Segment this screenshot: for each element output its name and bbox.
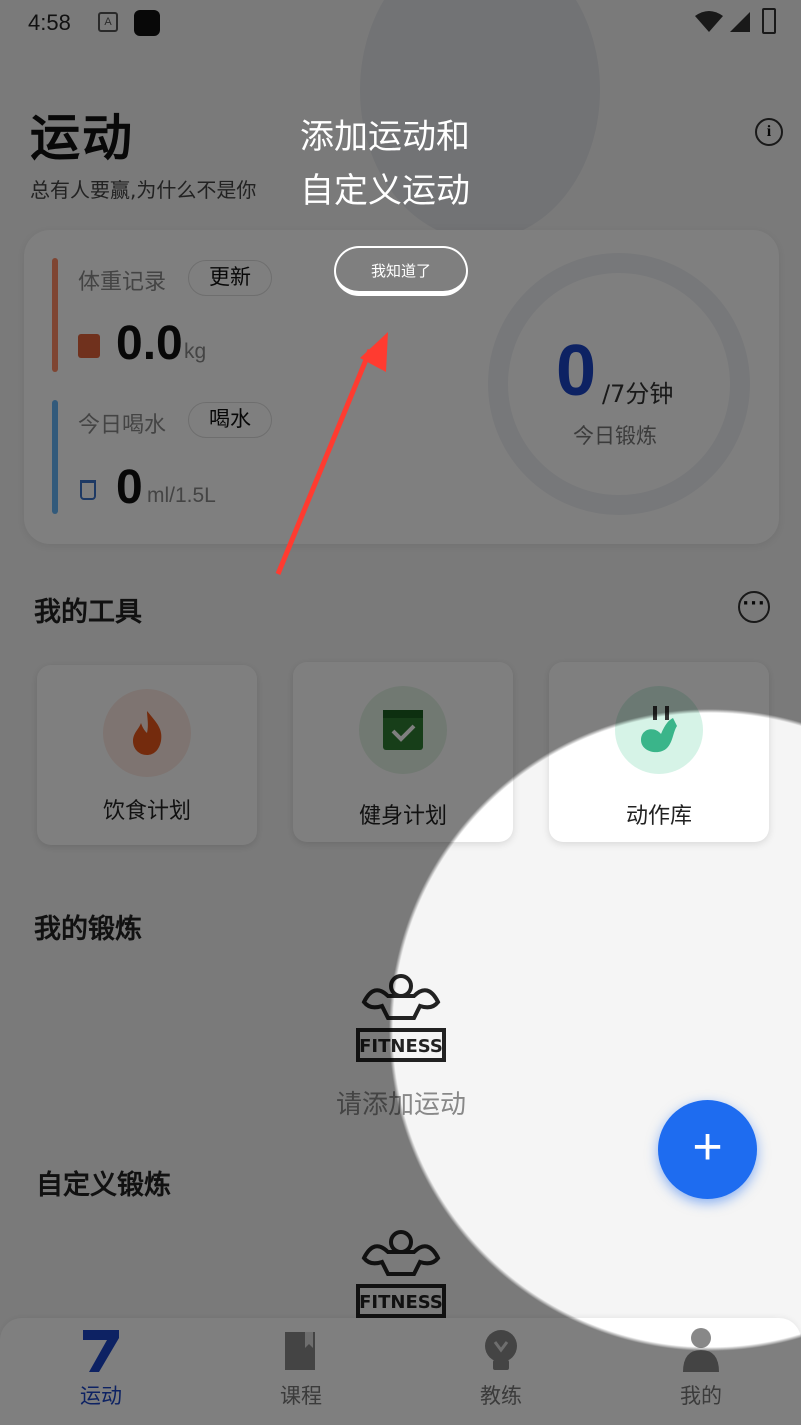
guide-arrow-icon: [275, 332, 388, 575]
add-exercise-fab[interactable]: +: [658, 1100, 757, 1199]
